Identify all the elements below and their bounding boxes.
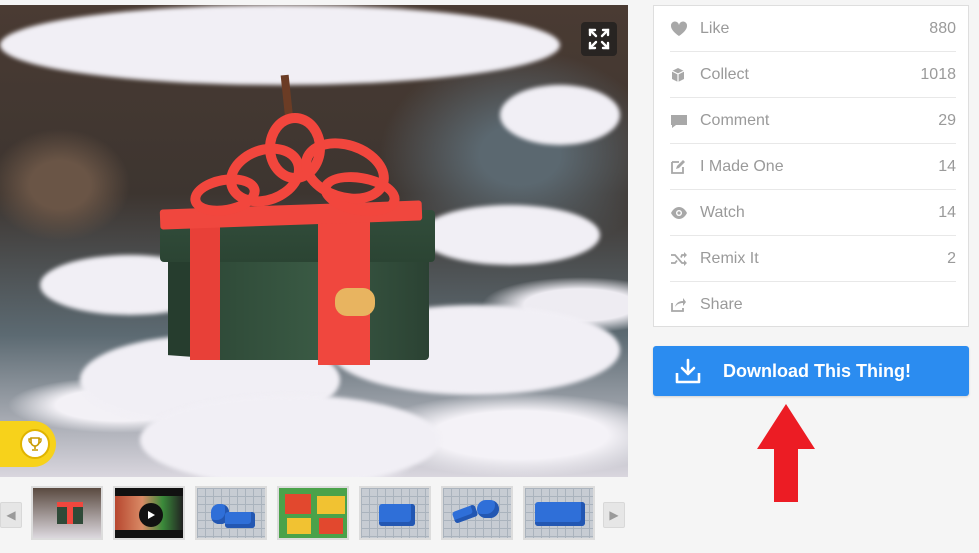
trophy-circle (20, 429, 50, 459)
chevron-left-icon: ◀ (6, 508, 16, 522)
thumbnail-image (67, 502, 73, 524)
thumbnail-7[interactable] (523, 486, 595, 540)
stat-label: Share (700, 296, 743, 313)
stat-count: 880 (929, 19, 956, 37)
thumbnail-image (225, 512, 255, 528)
cube-icon (654, 67, 698, 83)
thumbnail-image (115, 488, 183, 496)
stat-label: Remix It (700, 249, 759, 267)
thumbnail-image (115, 530, 183, 538)
stat-label: Like (700, 19, 730, 37)
thumbnail-1[interactable] (31, 486, 103, 540)
comment-icon (654, 113, 698, 129)
download-label: Download This Thing! (723, 360, 911, 381)
stats-panel: Like 880 Collect 1018 Comment 29 I Made … (653, 5, 969, 327)
comment-button[interactable]: Comment 29 (670, 98, 956, 144)
snow-patch (140, 395, 440, 477)
stat-count: 14 (938, 157, 956, 175)
thumbnail-image (317, 496, 345, 514)
thumbnail-strip: ◀ ▶ (0, 480, 628, 550)
stat-label: Watch (700, 203, 745, 221)
thumbnail-image (477, 500, 499, 518)
eye-icon (654, 206, 698, 220)
watch-button[interactable]: Watch 14 (670, 190, 956, 236)
gift-ribbon (318, 205, 370, 365)
snow-patch (500, 85, 620, 145)
thumbnail-image (379, 504, 415, 526)
stat-label: Collect (700, 65, 749, 83)
thumbnail-2-video[interactable] (113, 486, 185, 540)
shuffle-icon (654, 251, 698, 267)
thumbnail-5[interactable] (359, 486, 431, 540)
gift-bow (265, 113, 325, 183)
fullscreen-button[interactable] (581, 22, 617, 56)
play-button (139, 503, 163, 527)
play-icon (148, 511, 155, 519)
thumbnail-3[interactable] (195, 486, 267, 540)
thumbnail-image (319, 518, 343, 534)
share-button[interactable]: Share (670, 282, 956, 328)
stat-count: 1018 (920, 65, 956, 83)
thumbnail-6[interactable] (441, 486, 513, 540)
collect-button[interactable]: Collect 1018 (670, 52, 956, 98)
like-button[interactable]: Like 880 (670, 6, 956, 52)
thumbnail-next-button[interactable]: ▶ (603, 502, 625, 528)
stat-count: 2 (947, 249, 956, 267)
snow-patch (0, 5, 560, 85)
fullscreen-icon (588, 28, 610, 50)
main-photo[interactable] (0, 5, 628, 477)
thumbnail-prev-button[interactable]: ◀ (0, 502, 22, 528)
download-button[interactable]: Download This Thing! (653, 346, 969, 396)
snow-patch (420, 205, 600, 265)
stat-label: Comment (700, 111, 770, 129)
thing-page: ◀ ▶ Like 880 Collect 1018 Comment 29 I M… (0, 0, 979, 553)
share-icon (654, 297, 698, 313)
thumbnail-4[interactable] (277, 486, 349, 540)
heart-icon (654, 20, 698, 37)
stat-count: 29 (938, 111, 956, 129)
annotation-arrow (757, 404, 815, 502)
thumbnail-image (535, 502, 585, 526)
edit-icon (654, 159, 698, 175)
gift-clasp (335, 288, 375, 316)
chevron-right-icon: ▶ (609, 508, 619, 522)
stat-label: I Made One (700, 157, 784, 175)
gift-ribbon (190, 220, 220, 360)
remix-button[interactable]: Remix It 2 (670, 236, 956, 282)
trophy-icon (28, 437, 42, 451)
download-icon (653, 358, 723, 384)
trophy-badge[interactable] (0, 421, 56, 467)
i-made-one-button[interactable]: I Made One 14 (670, 144, 956, 190)
thumbnail-image (287, 518, 311, 534)
thumbnail-image (285, 494, 311, 514)
stat-count: 14 (938, 203, 956, 221)
